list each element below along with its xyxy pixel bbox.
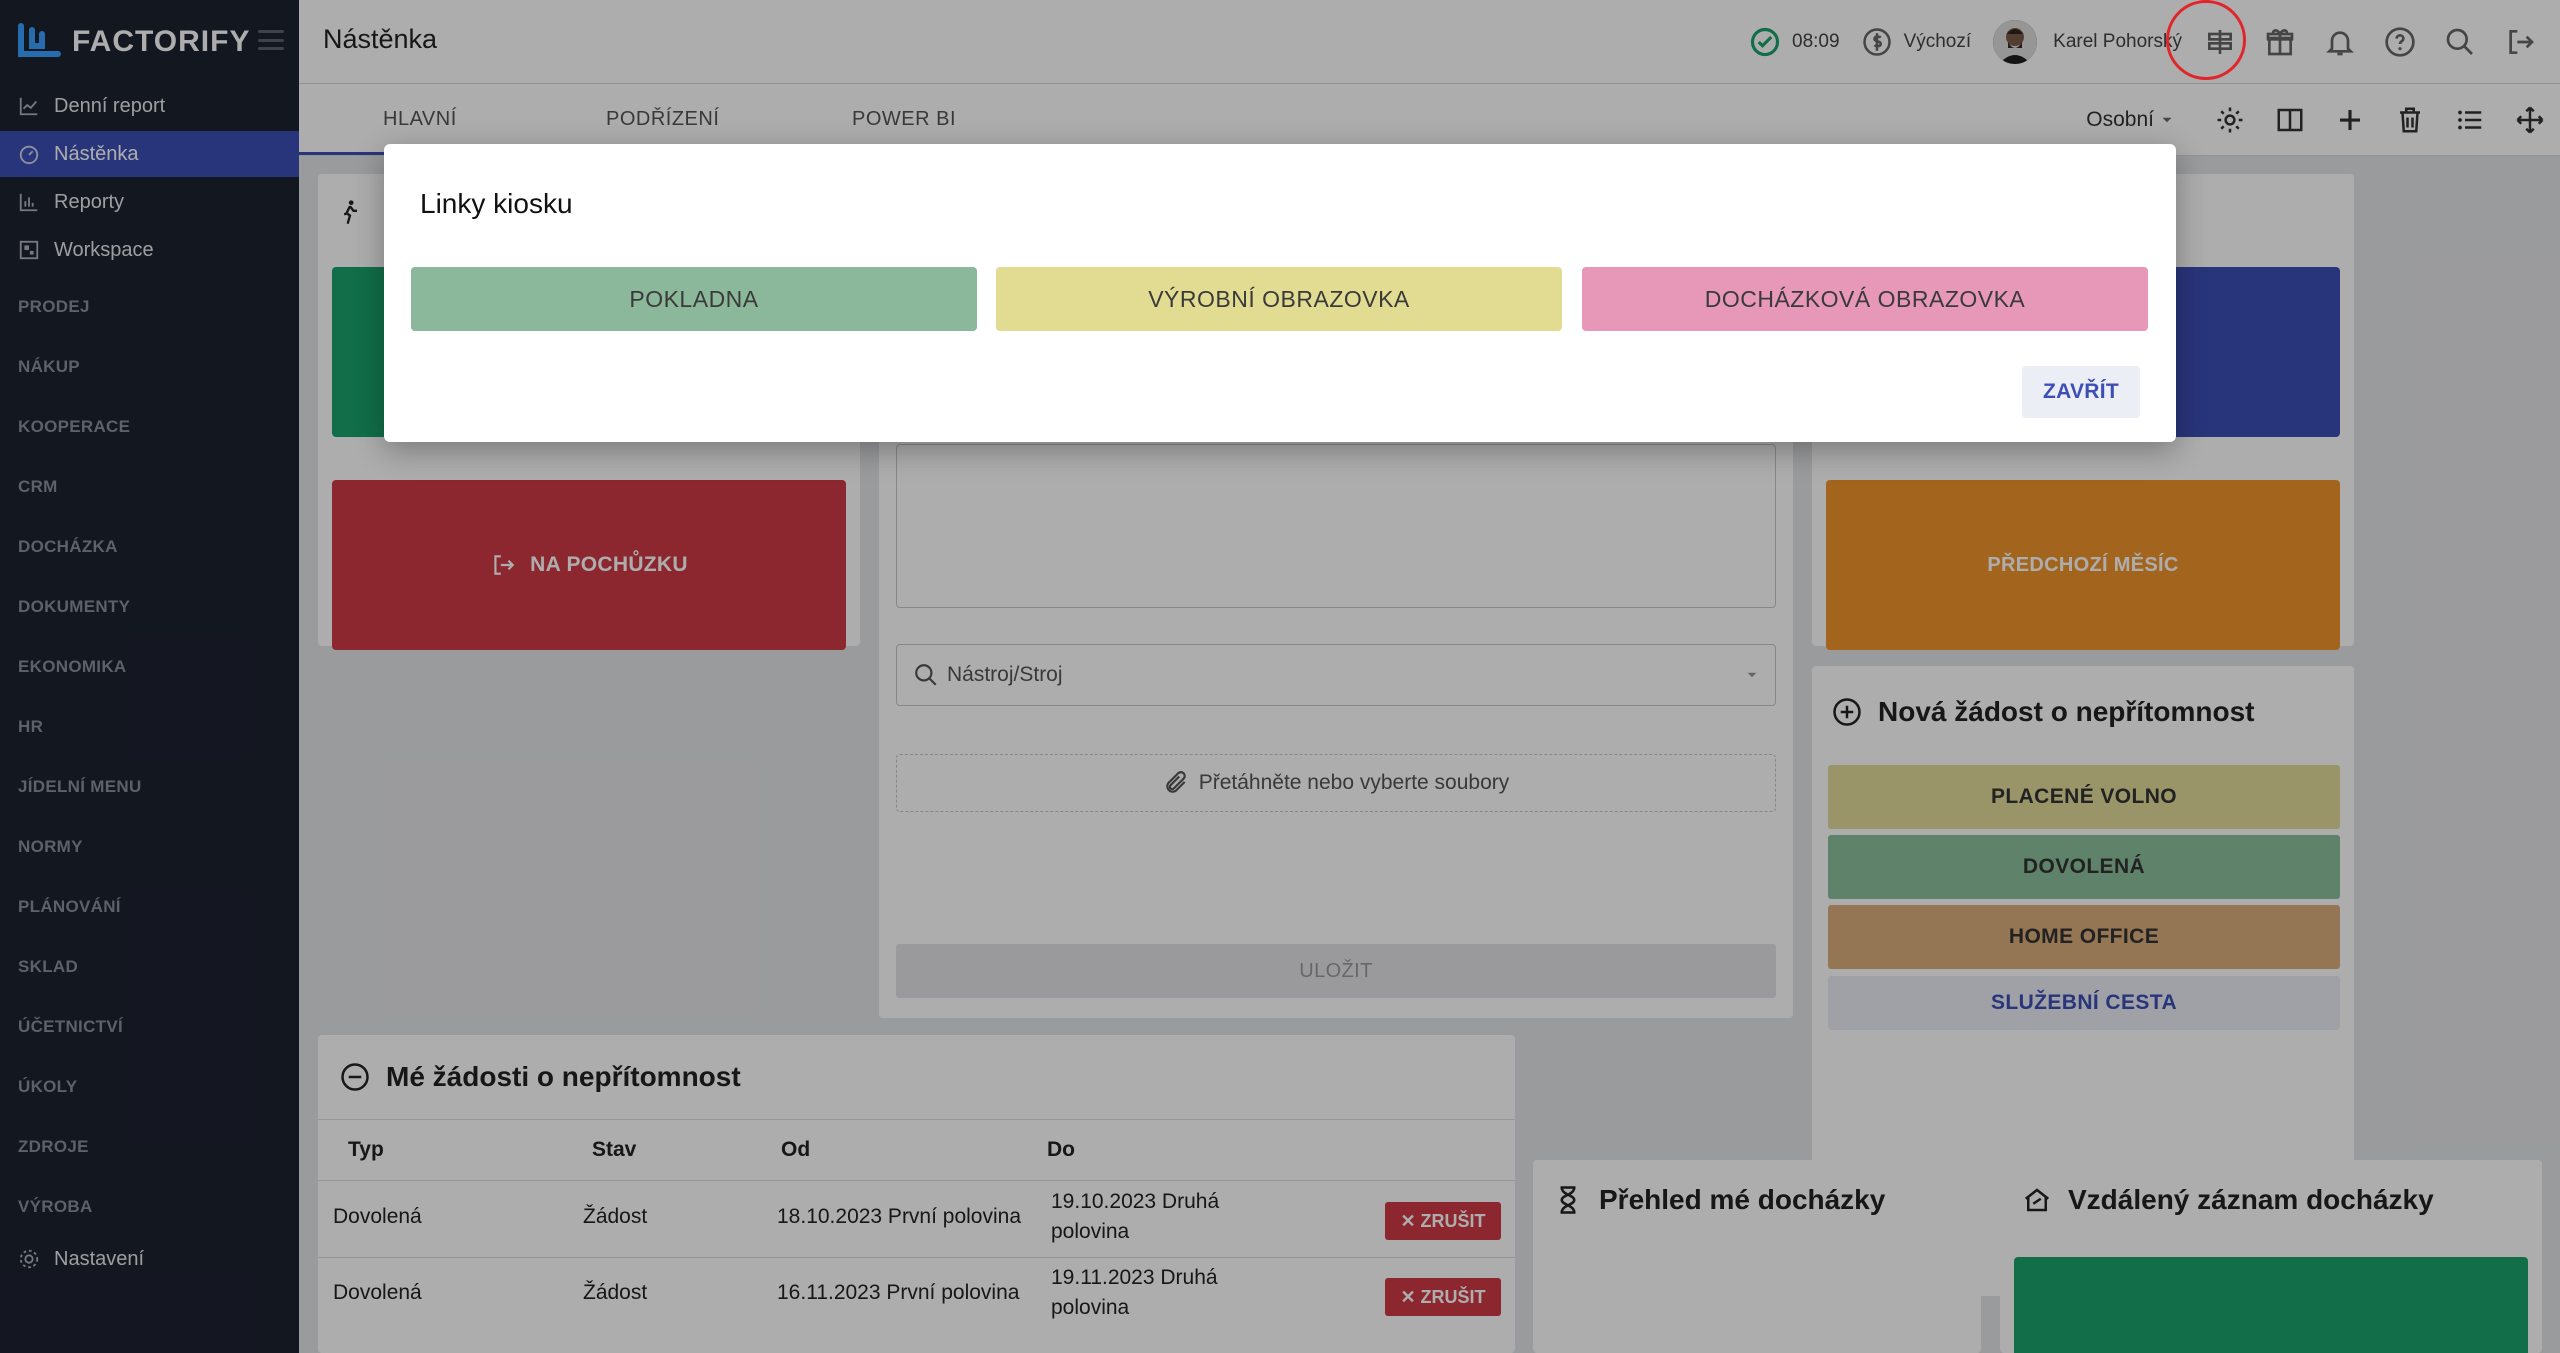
kiosk-links-dialog: Linky kiosku POKLADNA VÝROBNÍ OBRAZOVKA … xyxy=(384,144,2176,442)
dialog-title: Linky kiosku xyxy=(420,188,573,219)
close-dialog-button[interactable]: ZAVŘÍT xyxy=(2022,366,2140,418)
dochazkova-obrazovka-button[interactable]: DOCHÁZKOVÁ OBRAZOVKA xyxy=(1582,267,2148,331)
vyrobni-obrazovka-button[interactable]: VÝROBNÍ OBRAZOVKA xyxy=(996,267,1562,331)
highlight-ring xyxy=(2166,0,2246,80)
pokladna-button[interactable]: POKLADNA xyxy=(411,267,977,331)
